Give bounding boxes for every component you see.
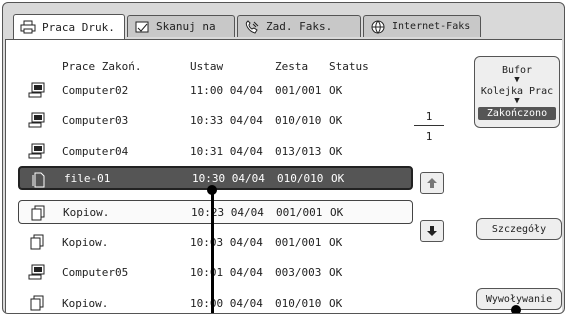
job-sets: 013/013 <box>275 144 322 158</box>
tab-fax-job-label: Zad. Faks. <box>266 20 333 33</box>
job-time: 11:00 04/04 <box>190 83 263 97</box>
job-name: file-01 <box>64 171 111 185</box>
job-sets: 001/001 <box>276 205 323 219</box>
queue-option-complete[interactable]: Zakończono <box>478 107 556 120</box>
file-icon <box>32 172 45 188</box>
job-time: 10:23 04/04 <box>191 205 264 219</box>
arrow-down-icon <box>427 226 437 236</box>
triangle-down-icon: ▼ <box>514 75 520 85</box>
scan-document-icon <box>135 21 149 32</box>
triangle-down-icon: ▼ <box>514 96 520 106</box>
job-time: 10:31 04/04 <box>190 144 263 158</box>
tab-print-job-label: Praca Druk. <box>42 20 115 34</box>
job-row[interactable]: Kopiow. 10:03 04/04 001/001 OK <box>18 230 413 254</box>
job-status: OK <box>329 235 343 249</box>
scroll-up-button[interactable] <box>420 172 444 194</box>
fax-phone-icon <box>245 19 259 34</box>
job-status: OK <box>329 265 343 279</box>
job-time: 10:33 04/04 <box>190 113 263 127</box>
job-status: OK <box>330 205 344 219</box>
tab-print-job[interactable]: Praca Druk. <box>13 14 125 39</box>
page-indicator: 1 1 <box>414 110 444 143</box>
job-status: OK <box>329 113 343 127</box>
job-row[interactable]: Computer04 10:31 04/04 013/013 OK <box>18 139 413 163</box>
job-sets: 001/001 <box>275 235 322 249</box>
job-status: OK <box>329 144 343 158</box>
callout-dot-row <box>207 185 217 195</box>
job-name: Computer05 <box>62 265 129 279</box>
scroll-down-button[interactable] <box>420 220 444 242</box>
job-status: OK <box>329 83 343 97</box>
callout-line-row <box>211 189 214 313</box>
tab-fax-job[interactable]: Zad. Faks. <box>237 15 361 37</box>
internet-fax-icon <box>371 20 385 34</box>
job-status-panel: Praca Druk. Skanuj na Zad. Faks. Interne… <box>2 2 565 314</box>
job-name: Kopiow. <box>62 296 109 310</box>
tab-scan-to-label: Skanuj na <box>156 20 216 33</box>
recall-button-label: Wywoływanie <box>485 293 553 305</box>
details-button[interactable]: Szczegóły <box>476 218 562 240</box>
arrow-up-icon <box>427 178 437 188</box>
tab-scan-to[interactable]: Skanuj na <box>127 15 235 37</box>
tab-bar: Praca Druk. Skanuj na Zad. Faks. Interne… <box>13 14 483 39</box>
job-sets: 003/003 <box>275 265 322 279</box>
column-header-name: Prace Zakoń. <box>62 60 142 73</box>
job-list-area: Prace Zakoń. Ustaw Zesta Status Computer… <box>5 39 562 313</box>
job-row[interactable]: Computer05 10:01 04/04 003/003 OK <box>18 260 413 284</box>
column-header-status: Status <box>329 60 369 73</box>
job-status: OK <box>329 296 343 310</box>
details-button-label: Szczegóły <box>491 223 547 235</box>
job-row[interactable]: Kopiow. 10:23 04/04 001/001 OK <box>18 200 413 224</box>
copy-icon <box>31 205 45 221</box>
job-name: Computer03 <box>62 113 129 127</box>
job-time: 10:03 04/04 <box>190 235 263 249</box>
job-sets: 010/010 <box>275 296 322 310</box>
job-name: Kopiow. <box>63 205 110 219</box>
job-time: 10:00 04/04 <box>190 296 263 310</box>
job-row[interactable]: Computer03 10:33 04/04 010/010 OK <box>18 108 413 132</box>
job-row[interactable]: Computer02 11:00 04/04 001/001 OK <box>18 78 413 102</box>
job-queue-selector[interactable]: Bufor ▼ Kolejka Prac ▼ Zakończono <box>474 56 560 128</box>
tab-internet-fax[interactable]: Internet-Faks <box>363 15 481 37</box>
job-row[interactable]: Kopiow. 10:00 04/04 010/010 OK <box>18 291 413 313</box>
printer-icon <box>20 20 36 34</box>
tab-internet-fax-label: Internet-Faks <box>392 21 471 32</box>
job-name: Kopiow. <box>62 235 109 249</box>
column-header-sets: Zesta <box>275 60 309 73</box>
job-name: Computer04 <box>62 144 129 158</box>
computer-icon <box>28 82 45 98</box>
page-total: 1 <box>425 130 433 143</box>
job-status: OK <box>331 171 345 185</box>
page-current: 1 <box>414 110 444 126</box>
copy-icon <box>30 295 44 311</box>
column-header-time: Ustaw <box>190 60 224 73</box>
job-sets: 010/010 <box>277 171 324 185</box>
computer-icon <box>28 264 45 280</box>
job-time: 10:01 04/04 <box>190 265 263 279</box>
callout-dot-recall <box>511 305 521 313</box>
computer-icon <box>28 112 45 128</box>
job-time: 10:30 04/04 <box>192 171 265 185</box>
computer-icon <box>28 143 45 159</box>
job-sets: 001/001 <box>275 83 322 97</box>
copy-icon <box>30 234 44 250</box>
job-name: Computer02 <box>62 83 129 97</box>
job-sets: 010/010 <box>275 113 322 127</box>
